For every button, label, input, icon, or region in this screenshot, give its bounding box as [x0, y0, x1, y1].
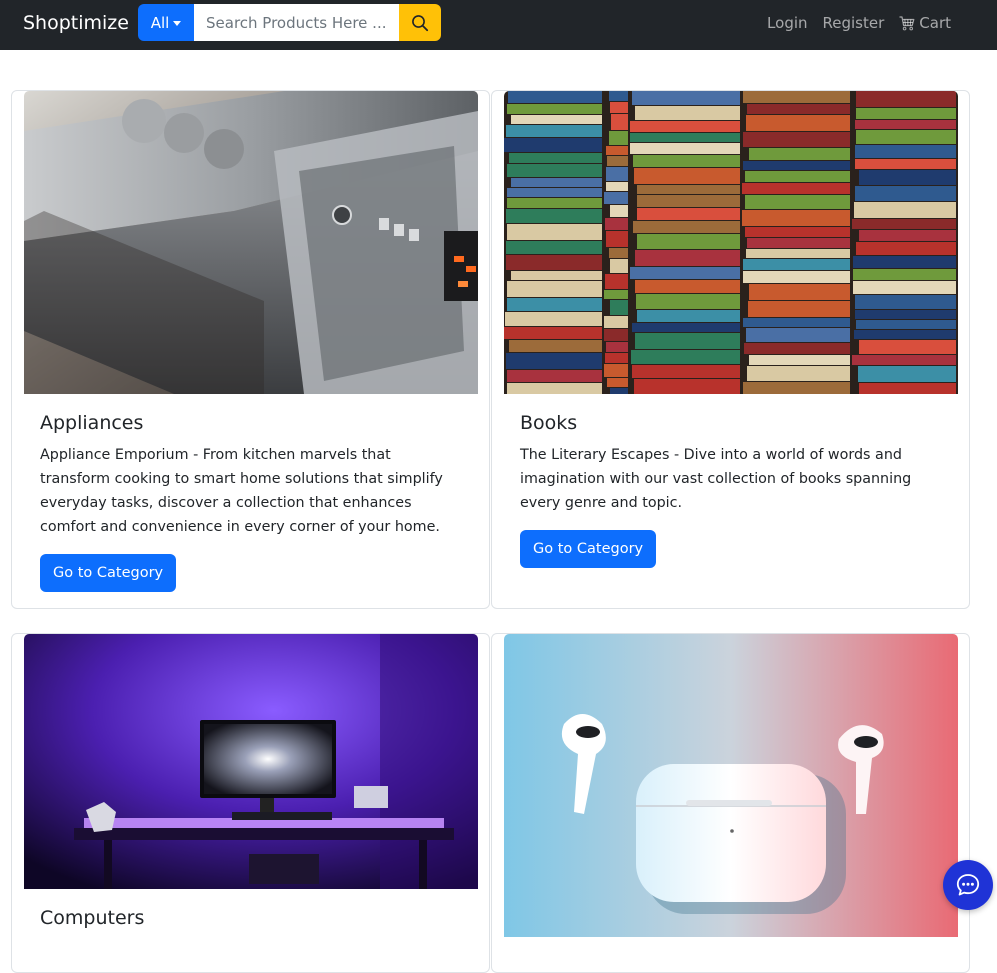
search-group: All — [138, 4, 441, 41]
go-to-category-button[interactable]: Go to Category — [40, 554, 176, 592]
search-button[interactable] — [399, 4, 441, 41]
category-card-books: Books The Literary Escapes - Dive into a… — [491, 90, 970, 609]
search-input[interactable] — [194, 4, 399, 41]
nav-right-links: Login Register Cart — [767, 13, 951, 33]
caret-down-icon — [173, 21, 181, 26]
chat-button[interactable] — [943, 860, 993, 910]
search-category-label: All — [151, 14, 170, 32]
category-card-appliances: Appliances Appliance Emporium - From kit… — [11, 90, 490, 609]
card-title: Computers — [40, 906, 144, 930]
cart-icon — [899, 16, 915, 31]
earbuds-image — [504, 634, 958, 937]
top-navbar: Shoptimize All Login Register — [0, 0, 997, 50]
category-card-audio — [491, 633, 970, 973]
chat-icon — [955, 872, 981, 898]
cart-link[interactable]: Cart — [899, 13, 951, 33]
login-link[interactable]: Login — [767, 13, 807, 33]
search-category-dropdown[interactable]: All — [138, 4, 194, 41]
card-title: Appliances — [40, 411, 143, 435]
books-image — [504, 91, 958, 394]
cart-label: Cart — [919, 13, 951, 33]
card-title: Books — [520, 411, 577, 435]
appliances-image — [24, 91, 478, 394]
register-link[interactable]: Register — [823, 13, 885, 33]
category-card-computers: Computers — [11, 633, 490, 973]
brand-logo-link[interactable]: Shoptimize — [23, 11, 129, 35]
search-icon — [411, 14, 429, 32]
card-description: Appliance Emporium - From kitchen marvel… — [40, 443, 465, 539]
go-to-category-button[interactable]: Go to Category — [520, 530, 656, 568]
card-description: The Literary Escapes - Dive into a world… — [520, 443, 945, 515]
computers-image — [24, 634, 478, 889]
